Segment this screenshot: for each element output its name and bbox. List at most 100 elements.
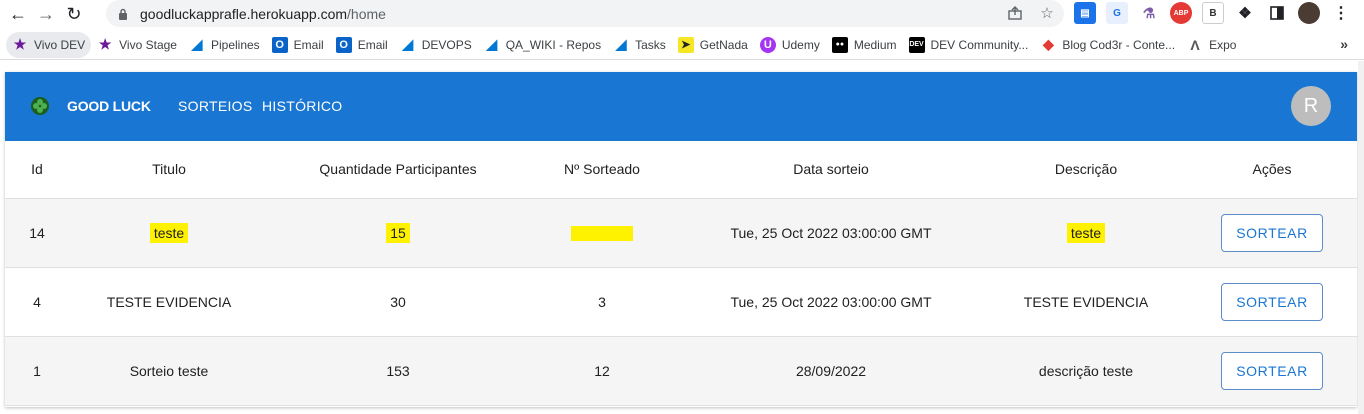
cell-quantidade: 153: [269, 336, 527, 406]
bookmark-label: Medium: [853, 37, 897, 52]
address-bar[interactable]: goodluckapprafle.herokuapp.com/home ☆: [106, 0, 1064, 27]
azure-devops-icon: ◢: [486, 36, 498, 52]
share-icon[interactable]: [1006, 4, 1024, 22]
bookmarks-more-icon[interactable]: »: [1340, 36, 1348, 52]
profile-avatar[interactable]: [1298, 2, 1320, 24]
vivo-icon: ★: [98, 36, 112, 52]
header-quantidade: Quantidade Participantes: [269, 141, 527, 199]
header-acoes: Ações: [1187, 141, 1357, 199]
cell-sorteado: 12: [527, 336, 677, 406]
cell-descricao: teste: [1066, 222, 1106, 243]
bookmark-label: Udemy: [781, 37, 820, 52]
user-avatar[interactable]: R: [1291, 86, 1331, 126]
bookmark-item[interactable]: ●● Medium: [826, 32, 903, 58]
reload-icon[interactable]: ↻: [60, 0, 88, 28]
bookmark-item[interactable]: ➤ GetNada: [672, 32, 754, 58]
sidebar-icon[interactable]: [1266, 2, 1288, 24]
bookmarks-bar: ★ Vivo DEV ★ Vivo Stage ◢ Pipelines O Email O Ema…: [0, 30, 1364, 60]
cell-descricao: TESTE EVIDENCIA: [985, 267, 1187, 337]
cell-titulo: Sorteio teste: [69, 336, 269, 406]
bookmark-label: DEVOPS: [421, 37, 472, 52]
cell-id: 14: [5, 198, 69, 268]
bookmark-label: DEV Community...: [930, 37, 1029, 52]
bookmark-item[interactable]: ◢ Pipelines: [183, 32, 266, 58]
table-row: 14 teste 15 Tue, 25 Oct 2022 03:00:00 GM…: [5, 198, 1357, 268]
cell-data: 28/09/2022: [677, 336, 985, 406]
header-sorteado: Nº Sorteado: [527, 141, 677, 199]
sortear-button[interactable]: SORTEAR: [1221, 213, 1323, 252]
header-titulo: Titulo: [69, 141, 269, 199]
outlook-icon: O: [335, 36, 352, 53]
bookmark-item[interactable]: ◢ DEVOPS: [394, 32, 478, 58]
bookmark-item[interactable]: DEV DEV Community...: [903, 32, 1035, 58]
bookmark-item[interactable]: U Udemy: [754, 32, 826, 58]
azure-devops-icon: ◢: [191, 36, 203, 52]
bookmark-item[interactable]: ◢ Tasks: [607, 32, 672, 58]
page-scrollbar[interactable]: [1358, 61, 1364, 414]
puzzle-icon[interactable]: ❖: [1234, 2, 1256, 24]
bookmark-label: QA_WIKI - Repos: [505, 37, 602, 52]
star-icon[interactable]: ☆: [1038, 4, 1056, 22]
bookmark-item[interactable]: Λ Expo: [1181, 32, 1242, 58]
main-card: GOOD LUCK SORTEIOS HISTÓRICO R Id Titulo…: [5, 72, 1357, 407]
bookmark-item[interactable]: O Email: [330, 32, 394, 58]
bookmark-label: Email: [357, 37, 388, 52]
page-viewport: GOOD LUCK SORTEIOS HISTÓRICO R Id Titulo…: [0, 61, 1364, 414]
cell-titulo: teste: [149, 222, 189, 243]
nav-historico[interactable]: HISTÓRICO: [262, 98, 342, 114]
bookmark-label: Blog Cod3r - Conte...: [1062, 37, 1176, 52]
cell-quantidade: 30: [269, 267, 527, 337]
sortear-button[interactable]: SORTEAR: [1221, 282, 1323, 321]
header-data: Data sorteio: [677, 141, 985, 199]
cell-quantidade: 15: [386, 222, 410, 243]
cell-descricao: descrição teste: [985, 336, 1187, 406]
bookmark-label: Vivo DEV: [34, 37, 86, 52]
cell-data: Tue, 25 Oct 2022 03:00:00 GMT: [677, 267, 985, 337]
header-id: Id: [5, 141, 69, 199]
sortear-button[interactable]: SORTEAR: [1221, 351, 1323, 390]
back-arrow-icon[interactable]: ←: [4, 0, 32, 28]
b-extension-icon[interactable]: B: [1202, 2, 1224, 24]
bookmark-label: Expo: [1209, 37, 1237, 52]
cell-sorteado-highlight: [571, 225, 633, 241]
clover-logo-icon: [31, 97, 49, 115]
cell-sorteado: 3: [527, 267, 677, 337]
browser-toolbar: ← → ↻ goodluckapprafle.herokuapp.com/hom…: [0, 0, 1364, 28]
bookmark-label: Tasks: [635, 37, 666, 52]
translate-icon[interactable]: G: [1106, 2, 1128, 24]
outlook-icon: O: [271, 36, 288, 53]
bookmark-label: Email: [293, 37, 324, 52]
cell-data: Tue, 25 Oct 2022 03:00:00 GMT: [677, 198, 985, 268]
bookmark-item[interactable]: O Email: [266, 32, 330, 58]
getnada-icon: ➤: [677, 36, 694, 53]
bookmark-item[interactable]: ◢ QA_WIKI - Repos: [478, 32, 607, 58]
table-row: 1 Sorteio teste 153 12 28/09/2022 descri…: [5, 336, 1357, 406]
adblock-icon[interactable]: ABP: [1170, 2, 1192, 24]
flask-icon[interactable]: ⚗: [1138, 2, 1160, 24]
header-descricao: Descrição: [985, 141, 1187, 199]
forward-arrow-icon[interactable]: →: [32, 0, 60, 28]
extension-icon[interactable]: ▤: [1074, 2, 1096, 24]
menu-kebab-icon[interactable]: ⋮: [1330, 2, 1352, 24]
udemy-icon: U: [759, 36, 776, 53]
bookmark-item[interactable]: ★ Vivo Stage: [91, 32, 183, 58]
bookmark-label: Vivo Stage: [119, 37, 177, 52]
lock-icon: [116, 7, 130, 21]
medium-icon: ●●: [831, 36, 848, 53]
expo-icon: Λ: [1190, 36, 1200, 53]
bookmark-item[interactable]: ★ Vivo DEV: [6, 31, 92, 58]
cod3r-icon: ◆: [1042, 36, 1054, 52]
table-row: 4 TESTE EVIDENCIA 30 3 Tue, 25 Oct 2022 …: [5, 267, 1357, 337]
cell-id: 4: [5, 267, 69, 337]
app-bar: GOOD LUCK SORTEIOS HISTÓRICO R: [5, 72, 1357, 141]
bookmark-item[interactable]: ◆ Blog Cod3r - Conte...: [1034, 32, 1181, 58]
azure-devops-icon: ◢: [402, 36, 414, 52]
cell-id: 1: [5, 336, 69, 406]
bookmark-label: Pipelines: [210, 37, 260, 52]
brand-title[interactable]: GOOD LUCK: [67, 98, 151, 114]
table-header-row: Id Titulo Quantidade Participantes Nº So…: [5, 141, 1357, 199]
url-text: goodluckapprafle.herokuapp.com/home: [140, 5, 386, 22]
dev-icon: DEV: [908, 36, 925, 53]
raffles-table: Id Titulo Quantidade Participantes Nº So…: [5, 141, 1357, 406]
nav-sorteios[interactable]: SORTEIOS: [178, 98, 253, 114]
